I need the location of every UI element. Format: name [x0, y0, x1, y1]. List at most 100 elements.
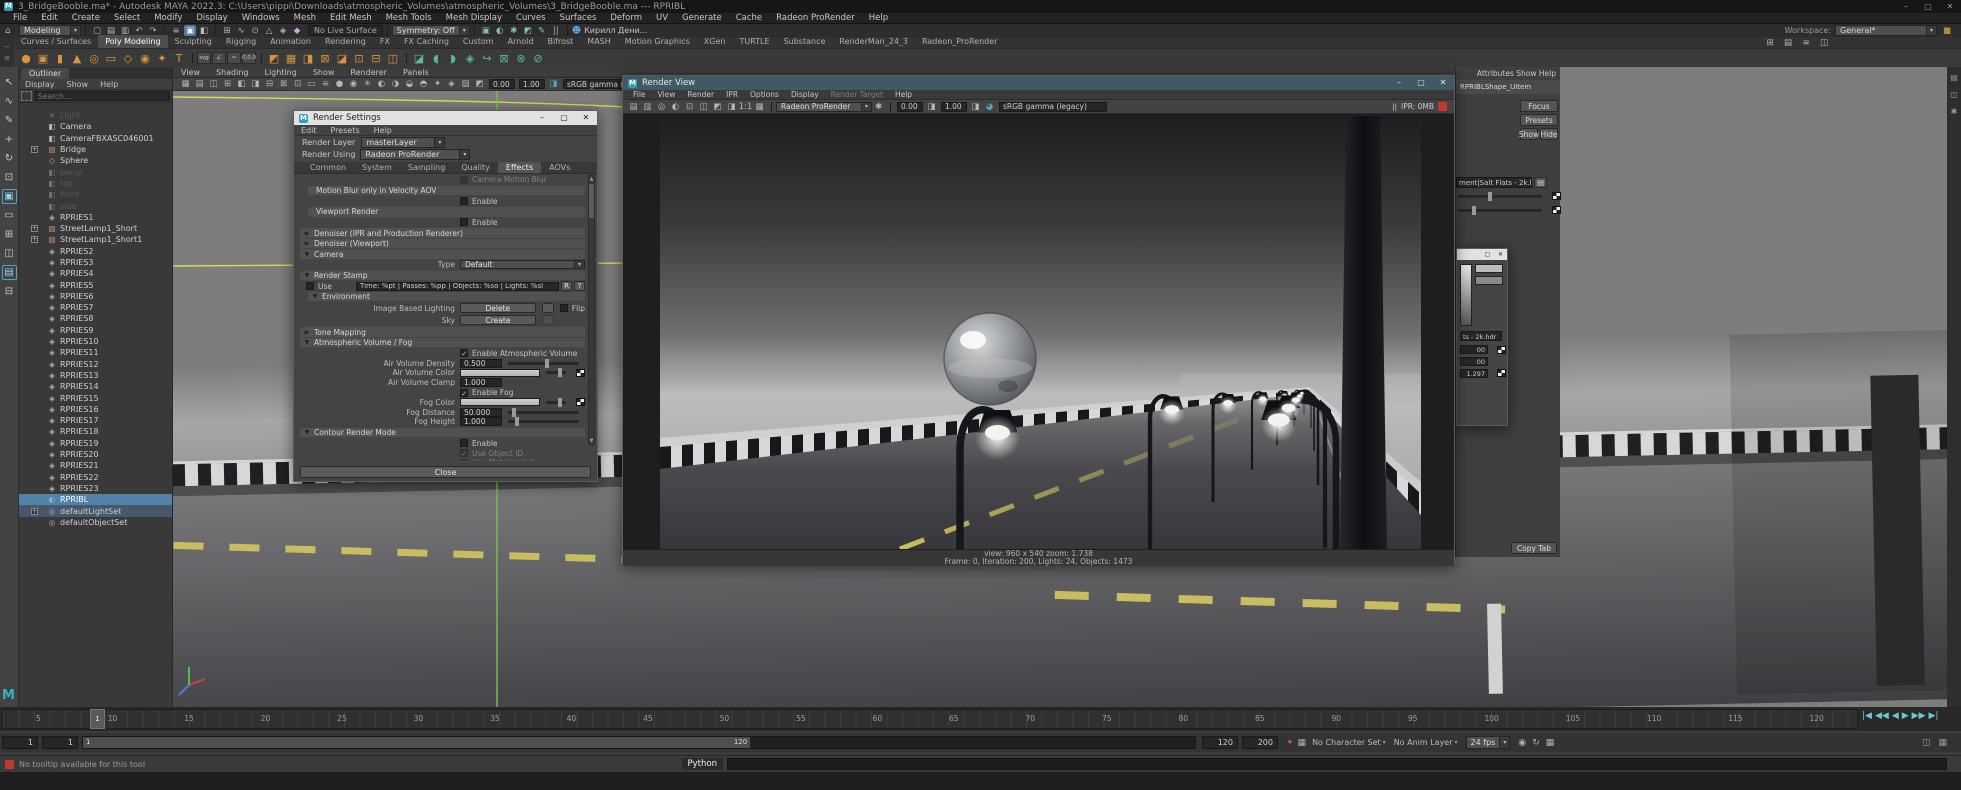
shelf-tab[interactable]: Rigging	[219, 35, 263, 48]
outliner-row[interactable]: ◈ RPRIES17	[19, 415, 172, 426]
render-view-menu-item[interactable]: File	[627, 90, 652, 99]
chevron-down-icon[interactable]: ▾	[862, 102, 872, 112]
outliner-row[interactable]: ◈ RPRIES9	[19, 325, 172, 336]
outliner-row[interactable]: + ▧ StreetLamp1_Short	[19, 223, 172, 234]
command-language-toggle[interactable]: Python	[682, 758, 723, 770]
render-settings-tab[interactable]: AOVs	[541, 162, 578, 173]
outliner-row[interactable]: ◈ RPRIES2	[19, 246, 172, 257]
gamma-field[interactable]: 1.00	[519, 79, 545, 89]
shelf-tab[interactable]: Curves / Surfaces	[14, 35, 98, 48]
playback-speed-icon[interactable]: ◉	[1518, 738, 1526, 748]
fog-distance-field[interactable]: 50.000	[460, 408, 502, 417]
fps-dropdown[interactable]: 24 fps	[1466, 736, 1501, 749]
prefs-icon[interactable]: ▦	[1546, 738, 1555, 748]
quad-draw-icon[interactable]: ◫	[385, 51, 401, 66]
outliner-row[interactable]: ◈ RPRIES20	[19, 449, 172, 460]
renderer-dropdown[interactable]: Radeon ProRender	[776, 102, 862, 112]
scale-tool-icon[interactable]: ⊡	[2, 170, 17, 185]
tone-mapping-section[interactable]: ▶Tone Mapping	[300, 327, 585, 337]
outliner-row[interactable]: ◧ front	[19, 189, 172, 200]
vp-joints-icon[interactable]: ✦	[431, 79, 444, 90]
outliner-row[interactable]: ◈ RPRIES18	[19, 426, 172, 437]
shelf-tab[interactable]: Poly Modeling	[98, 35, 167, 48]
playback-end-field[interactable]: 120	[1202, 736, 1238, 749]
viewport-menu-item[interactable]: Renderer	[342, 68, 395, 77]
menu-item[interactable]: Edit Mesh	[323, 13, 379, 23]
minimize-button[interactable]: –	[531, 111, 553, 125]
outliner-row[interactable]: ◈ RPRIES11	[19, 347, 172, 358]
environment-section[interactable]: ▼Environment	[308, 292, 585, 302]
color-swatch[interactable]	[1475, 276, 1503, 285]
create-sky-button[interactable]: Create	[460, 315, 536, 325]
pro-export-icon[interactable]: ↪	[479, 51, 495, 66]
gamma-field[interactable]: 1.00	[941, 102, 967, 112]
render-view-menu-item[interactable]: Render Target	[825, 90, 889, 99]
outliner-toggle-icon[interactable]: ▤	[1782, 37, 1794, 48]
search-filter-icon[interactable]	[21, 91, 32, 101]
pause-ipr-icon[interactable]: ||	[1392, 103, 1397, 111]
chevron-down-icon[interactable]: ▾	[575, 260, 585, 269]
vp-shadows-icon[interactable]: ◐	[375, 79, 388, 90]
value-field[interactable]: 00	[1460, 357, 1488, 366]
smooth-icon[interactable]: ◨	[300, 51, 316, 66]
camera-type-dropdown[interactable]: Default	[460, 260, 575, 269]
outliner-row[interactable]: ◧ top	[19, 178, 172, 189]
rv-alpha-icon[interactable]: ◨	[725, 101, 738, 112]
menu-item[interactable]: Windows	[235, 13, 287, 23]
outliner-row[interactable]: ◈ RPRIES5	[19, 279, 172, 290]
exposure-slider-icon[interactable]: ◨	[925, 101, 938, 112]
chevron-down-icon[interactable]: ▾	[460, 149, 470, 160]
outliner-row[interactable]: ◈ RPRIES12	[19, 359, 172, 370]
menu-item[interactable]: File	[6, 13, 34, 23]
stamp-help-button[interactable]: ?	[574, 281, 585, 291]
slider-handle[interactable]	[1472, 206, 1476, 215]
expand-icon[interactable]: +	[31, 146, 38, 153]
vp-wire-icon[interactable]: ≡	[319, 79, 332, 90]
rv-save-icon[interactable]: ▥	[641, 101, 654, 112]
single-pane-layout-icon[interactable]: ▭	[2, 208, 17, 223]
boolean-icon[interactable]: ⊠	[317, 51, 333, 66]
render-view-menu-item[interactable]: Display	[785, 90, 825, 99]
menu-item[interactable]: Generate	[675, 13, 729, 23]
list-toggle-icon[interactable]: ≡	[1800, 37, 1812, 48]
play-backwards-button[interactable]: ◀	[1892, 711, 1899, 721]
vp-fog-icon[interactable]: ▨	[459, 79, 472, 90]
menu-item[interactable]: Deform	[603, 13, 649, 23]
viewport-menu-item[interactable]: View	[173, 68, 208, 77]
folder-icon[interactable]: ▤	[1534, 177, 1547, 188]
shelf-tab[interactable]: Custom	[456, 35, 501, 48]
outliner-row[interactable]: ◇ Sphere	[19, 155, 172, 166]
outliner-row[interactable]: ◐ RPRIBL	[19, 494, 172, 505]
outliner-row[interactable]: ◈ RPRIES6	[19, 291, 172, 302]
fog-color-swatch[interactable]	[460, 398, 540, 406]
chevron-down-icon[interactable]: ▾	[435, 137, 445, 148]
poly-cone-icon[interactable]: ▲	[69, 51, 85, 66]
isolate-select-icon[interactable]: ⊟	[2, 284, 17, 299]
rotate-tool-icon[interactable]: ↻	[2, 151, 17, 166]
shelf-tab[interactable]: RenderMan_24_3	[832, 35, 915, 48]
outliner-row[interactable]: ◈ RPRIES13	[19, 370, 172, 381]
shelf-tab[interactable]: XGen	[697, 35, 733, 48]
close-button[interactable]: ✕	[1494, 249, 1507, 260]
render-settings-menu-item[interactable]: Presets	[324, 126, 367, 135]
menu-item[interactable]: Mesh Display	[439, 13, 509, 23]
render-settings-tab[interactable]: Common	[302, 162, 354, 173]
color-swatch[interactable]	[1460, 264, 1472, 326]
minimize-button[interactable]: ▢	[1481, 249, 1494, 260]
multicut-icon[interactable]: ⊟	[368, 51, 384, 66]
render-settings-tab[interactable]: Sampling	[400, 162, 453, 173]
shelf-tab[interactable]: FX Caching	[397, 35, 456, 48]
shelf-tab[interactable]: Sculpting	[168, 35, 219, 48]
texture-icon[interactable]	[576, 398, 585, 406]
fog-distance-slider[interactable]	[508, 411, 579, 414]
animation-end-field[interactable]: 200	[1242, 736, 1278, 749]
outliner-row[interactable]: ◈ RPRIES4	[19, 268, 172, 279]
outliner-row[interactable]: ◈ RPRIES19	[19, 438, 172, 449]
play-forward-button[interactable]: ▶	[1902, 711, 1909, 721]
air-color-slider[interactable]	[546, 371, 566, 374]
rv-1to1-icon[interactable]: 1:1	[739, 101, 752, 112]
attribute-editor-tab-icon[interactable]: ◫	[1950, 90, 1958, 99]
maximize-button[interactable]: ▢	[1410, 76, 1432, 90]
fog-height-field[interactable]: 1.000	[460, 417, 502, 426]
focus-button[interactable]: Focus	[1520, 100, 1558, 112]
